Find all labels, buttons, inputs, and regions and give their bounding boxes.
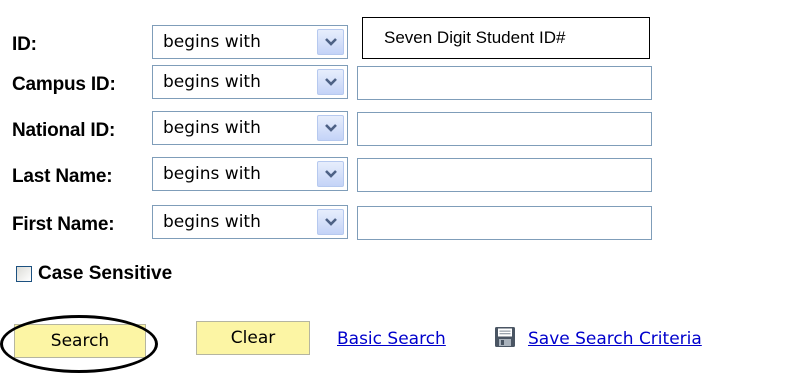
chevron-down-icon [325,124,337,132]
floppy-disk-icon[interactable] [494,326,516,348]
campus-id-operator-select[interactable]: begins with [152,65,348,99]
save-search-criteria-link[interactable]: Save Search Criteria [528,328,702,350]
first-name-label: First Name: [12,214,115,235]
national-id-input[interactable] [357,112,652,146]
chevron-down-icon [325,78,337,86]
id-operator-value: begins with [163,32,261,52]
national-id-operator-dropdown-button[interactable] [317,115,344,141]
id-label: ID: [12,34,37,55]
first-name-input[interactable] [357,206,652,240]
national-id-label: National ID: [12,120,116,141]
first-name-operator-dropdown-button[interactable] [317,209,344,235]
campus-id-operator-dropdown-button[interactable] [317,69,344,95]
clear-button[interactable]: Clear [196,321,310,355]
national-id-operator-select[interactable]: begins with [152,111,348,145]
case-sensitive-label: Case Sensitive [38,263,173,284]
campus-id-operator-value: begins with [163,72,261,92]
last-name-operator-value: begins with [163,164,261,184]
id-operator-dropdown-button[interactable] [317,29,344,55]
chevron-down-icon [325,218,337,226]
search-button[interactable]: Search [14,324,146,358]
basic-search-link[interactable]: Basic Search [337,328,446,350]
first-name-operator-value: begins with [163,212,261,232]
case-sensitive-checkbox[interactable] [16,266,32,282]
national-id-operator-value: begins with [163,118,261,138]
last-name-label: Last Name: [12,166,113,187]
campus-id-label: Campus ID: [12,74,116,95]
last-name-input[interactable] [357,158,652,192]
id-input-value: Seven Digit Student ID# [384,28,566,47]
first-name-operator-select[interactable]: begins with [152,205,348,239]
campus-id-input[interactable] [357,66,652,100]
chevron-down-icon [325,170,337,178]
id-operator-select[interactable]: begins with [152,25,348,59]
last-name-operator-dropdown-button[interactable] [317,161,344,187]
last-name-operator-select[interactable]: begins with [152,157,348,191]
id-input[interactable]: Seven Digit Student ID# [362,17,650,59]
chevron-down-icon [325,38,337,46]
